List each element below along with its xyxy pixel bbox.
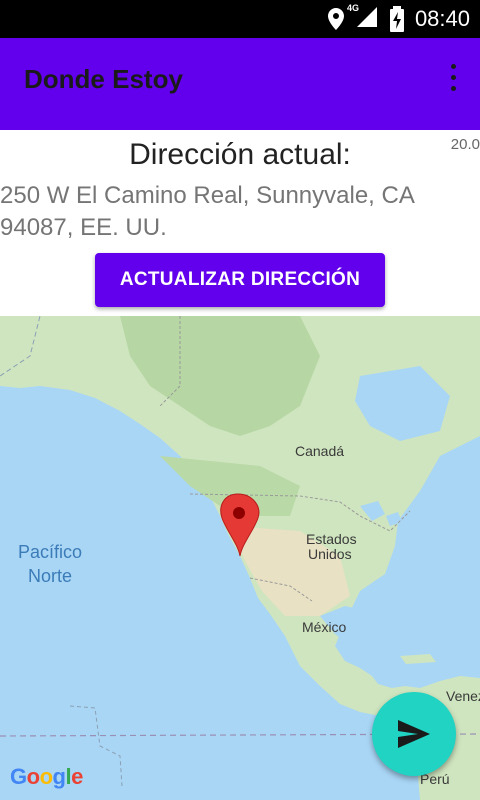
send-icon [398,720,430,748]
map-label-usa-1: Estados [306,531,357,547]
status-icons: 4G 08:40 [327,0,470,38]
network-type: 4G [346,2,359,13]
map-label-canada: Canadá [295,443,345,459]
address-panel: 20.0 Dirección actual: 250 W El Camino R… [0,130,480,316]
map-label-venezuela: Venez [446,688,480,704]
current-address-label: Dirección actual: [129,138,351,171]
signal-icon: 4G [347,3,379,34]
google-logo: Google [10,764,83,789]
app-bar: Donde Estoy [0,38,480,130]
map-label-pacific: Pacífico Norte [17,542,83,586]
map-label-usa-2: Unidos [308,546,352,562]
current-address-text: 250 W El Camino Real, Sunnyvale, CA 9408… [0,182,414,241]
battery-charging-icon [389,6,404,32]
map-label-mexico: México [302,619,347,635]
clock: 08:40 [414,6,470,31]
send-location-fab[interactable] [372,692,456,776]
location-icon [327,8,344,30]
app-title: Donde Estoy [24,64,183,94]
more-vert-icon[interactable] [446,64,460,98]
update-address-button[interactable]: ACTUALIZAR DIRECCIÓN [95,253,385,307]
status-bar: 4G 08:40 [0,0,480,38]
